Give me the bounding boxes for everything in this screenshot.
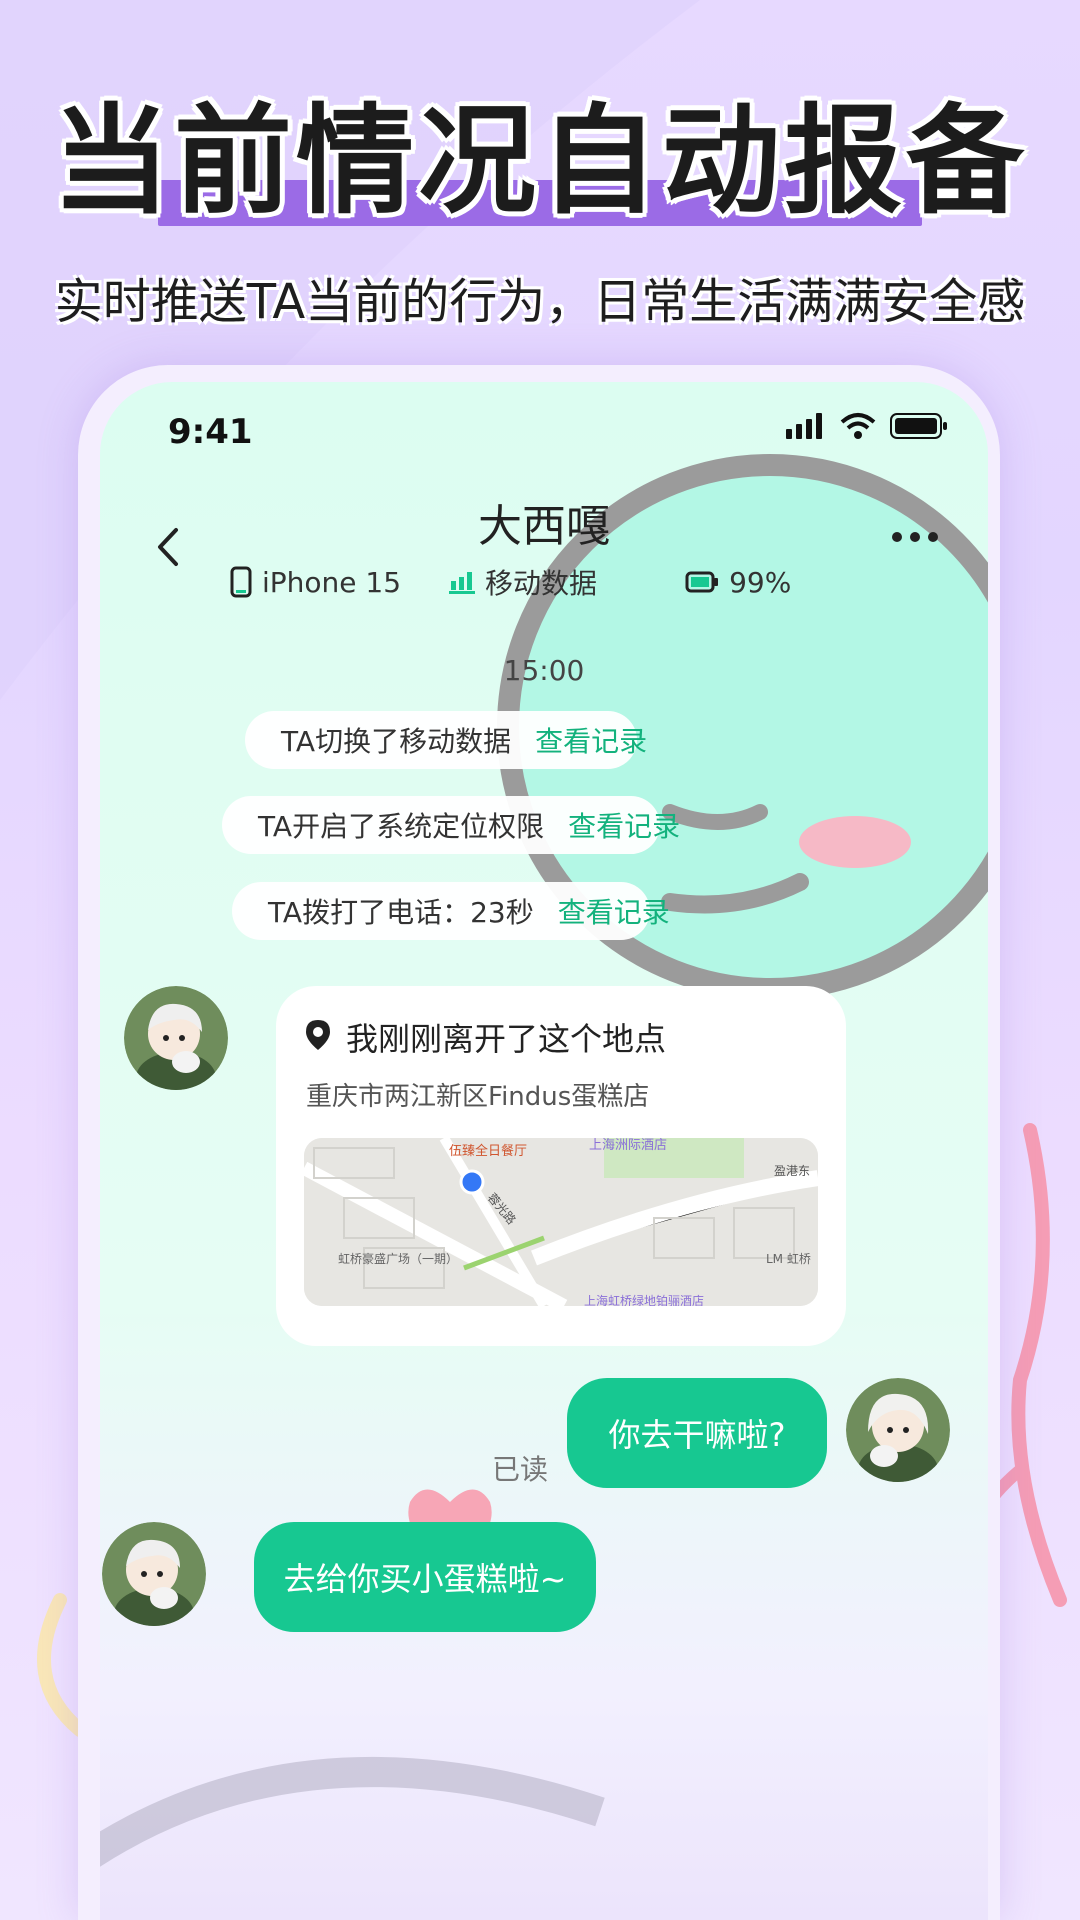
map-graphic	[304, 1138, 818, 1306]
bottom-arc-decoration	[100, 1757, 605, 1867]
status-icons	[786, 412, 948, 440]
location-card[interactable]: 我刚刚离开了这个地点 重庆市两江新区Findus蛋糕店 伍臻全日餐厅 上海洲际酒…	[276, 986, 846, 1346]
status-time: 9:41	[168, 412, 253, 452]
location-card-title: 我刚刚离开了这个地点	[346, 1020, 667, 1058]
map-label-restaurant: 伍臻全日餐厅	[449, 1144, 528, 1159]
chat-screen: 9:41 大西嘎 iPhone 15 移动数据 99% 15:00 TA切换了移…	[100, 382, 988, 1920]
view-record-link[interactable]: 查看记录	[535, 720, 647, 760]
location-pin-icon	[306, 1020, 330, 1050]
phone-device-icon	[230, 566, 252, 598]
device-name: iPhone 15	[262, 565, 402, 599]
battery-level-icon	[685, 571, 719, 593]
network-type: 移动数据	[485, 567, 598, 600]
contact-avatar[interactable]	[124, 986, 228, 1090]
battery-info: 99%	[685, 566, 791, 599]
cellular-signal-icon	[786, 413, 822, 439]
promo-headline: 当前情况自动报备	[51, 92, 1028, 230]
device-info-row: iPhone 15 移动数据 99%	[230, 562, 791, 602]
my-message-bubble[interactable]: 你去干嘛啦?	[567, 1378, 827, 1488]
contact-name: 大西嘎	[478, 501, 610, 552]
location-address: 重庆市两江新区Findus蛋糕店	[306, 1082, 650, 1112]
network-info: 移动数据	[449, 562, 597, 602]
notice-text: TA拨打了电话：23秒	[268, 896, 534, 929]
more-options-icon[interactable]	[892, 532, 938, 542]
view-record-link[interactable]: 查看记录	[568, 805, 680, 845]
map-label-mall: 虹桥豪盛广场（一期）	[338, 1252, 459, 1266]
device-info: iPhone 15	[230, 566, 401, 599]
view-record-link[interactable]: 查看记录	[558, 891, 670, 931]
contact-avatar[interactable]	[102, 1522, 206, 1626]
map-label-lm: LM 虹桥	[766, 1252, 811, 1266]
chat-timestamp: 15:00	[503, 654, 585, 687]
notice-text: TA开启了系统定位权限	[258, 810, 545, 843]
promo-subheadline: 实时推送TA当前的行为，日常生活满满安全感	[54, 274, 1026, 330]
battery-percent: 99%	[729, 565, 792, 599]
location-map[interactable]: 伍臻全日餐厅 上海洲际酒店 盈港东 蓉光路 虹桥豪盛广场（一期） LM 虹桥 上…	[304, 1138, 818, 1306]
map-label-hotel-bottom: 上海虹桥绿地铂骊酒店	[584, 1294, 705, 1306]
my-avatar[interactable]	[846, 1378, 950, 1482]
notice-network-switch: TA切换了移动数据 查看记录	[245, 711, 647, 769]
notice-location-permission: TA开启了系统定位权限 查看记录	[222, 796, 680, 854]
read-status: 已读	[492, 1453, 549, 1486]
wifi-icon	[840, 413, 876, 439]
map-label-road: 盈港东	[774, 1164, 811, 1178]
battery-icon	[890, 413, 947, 439]
map-label-hotel-top: 上海洲际酒店	[589, 1138, 668, 1153]
notice-phone-call: TA拨打了电话：23秒 查看记录	[232, 882, 670, 940]
signal-bars-icon	[449, 572, 476, 594]
notice-text: TA切换了移动数据	[281, 725, 512, 758]
contact-message-bubble[interactable]: 去给你买小蛋糕啦~	[254, 1522, 596, 1632]
